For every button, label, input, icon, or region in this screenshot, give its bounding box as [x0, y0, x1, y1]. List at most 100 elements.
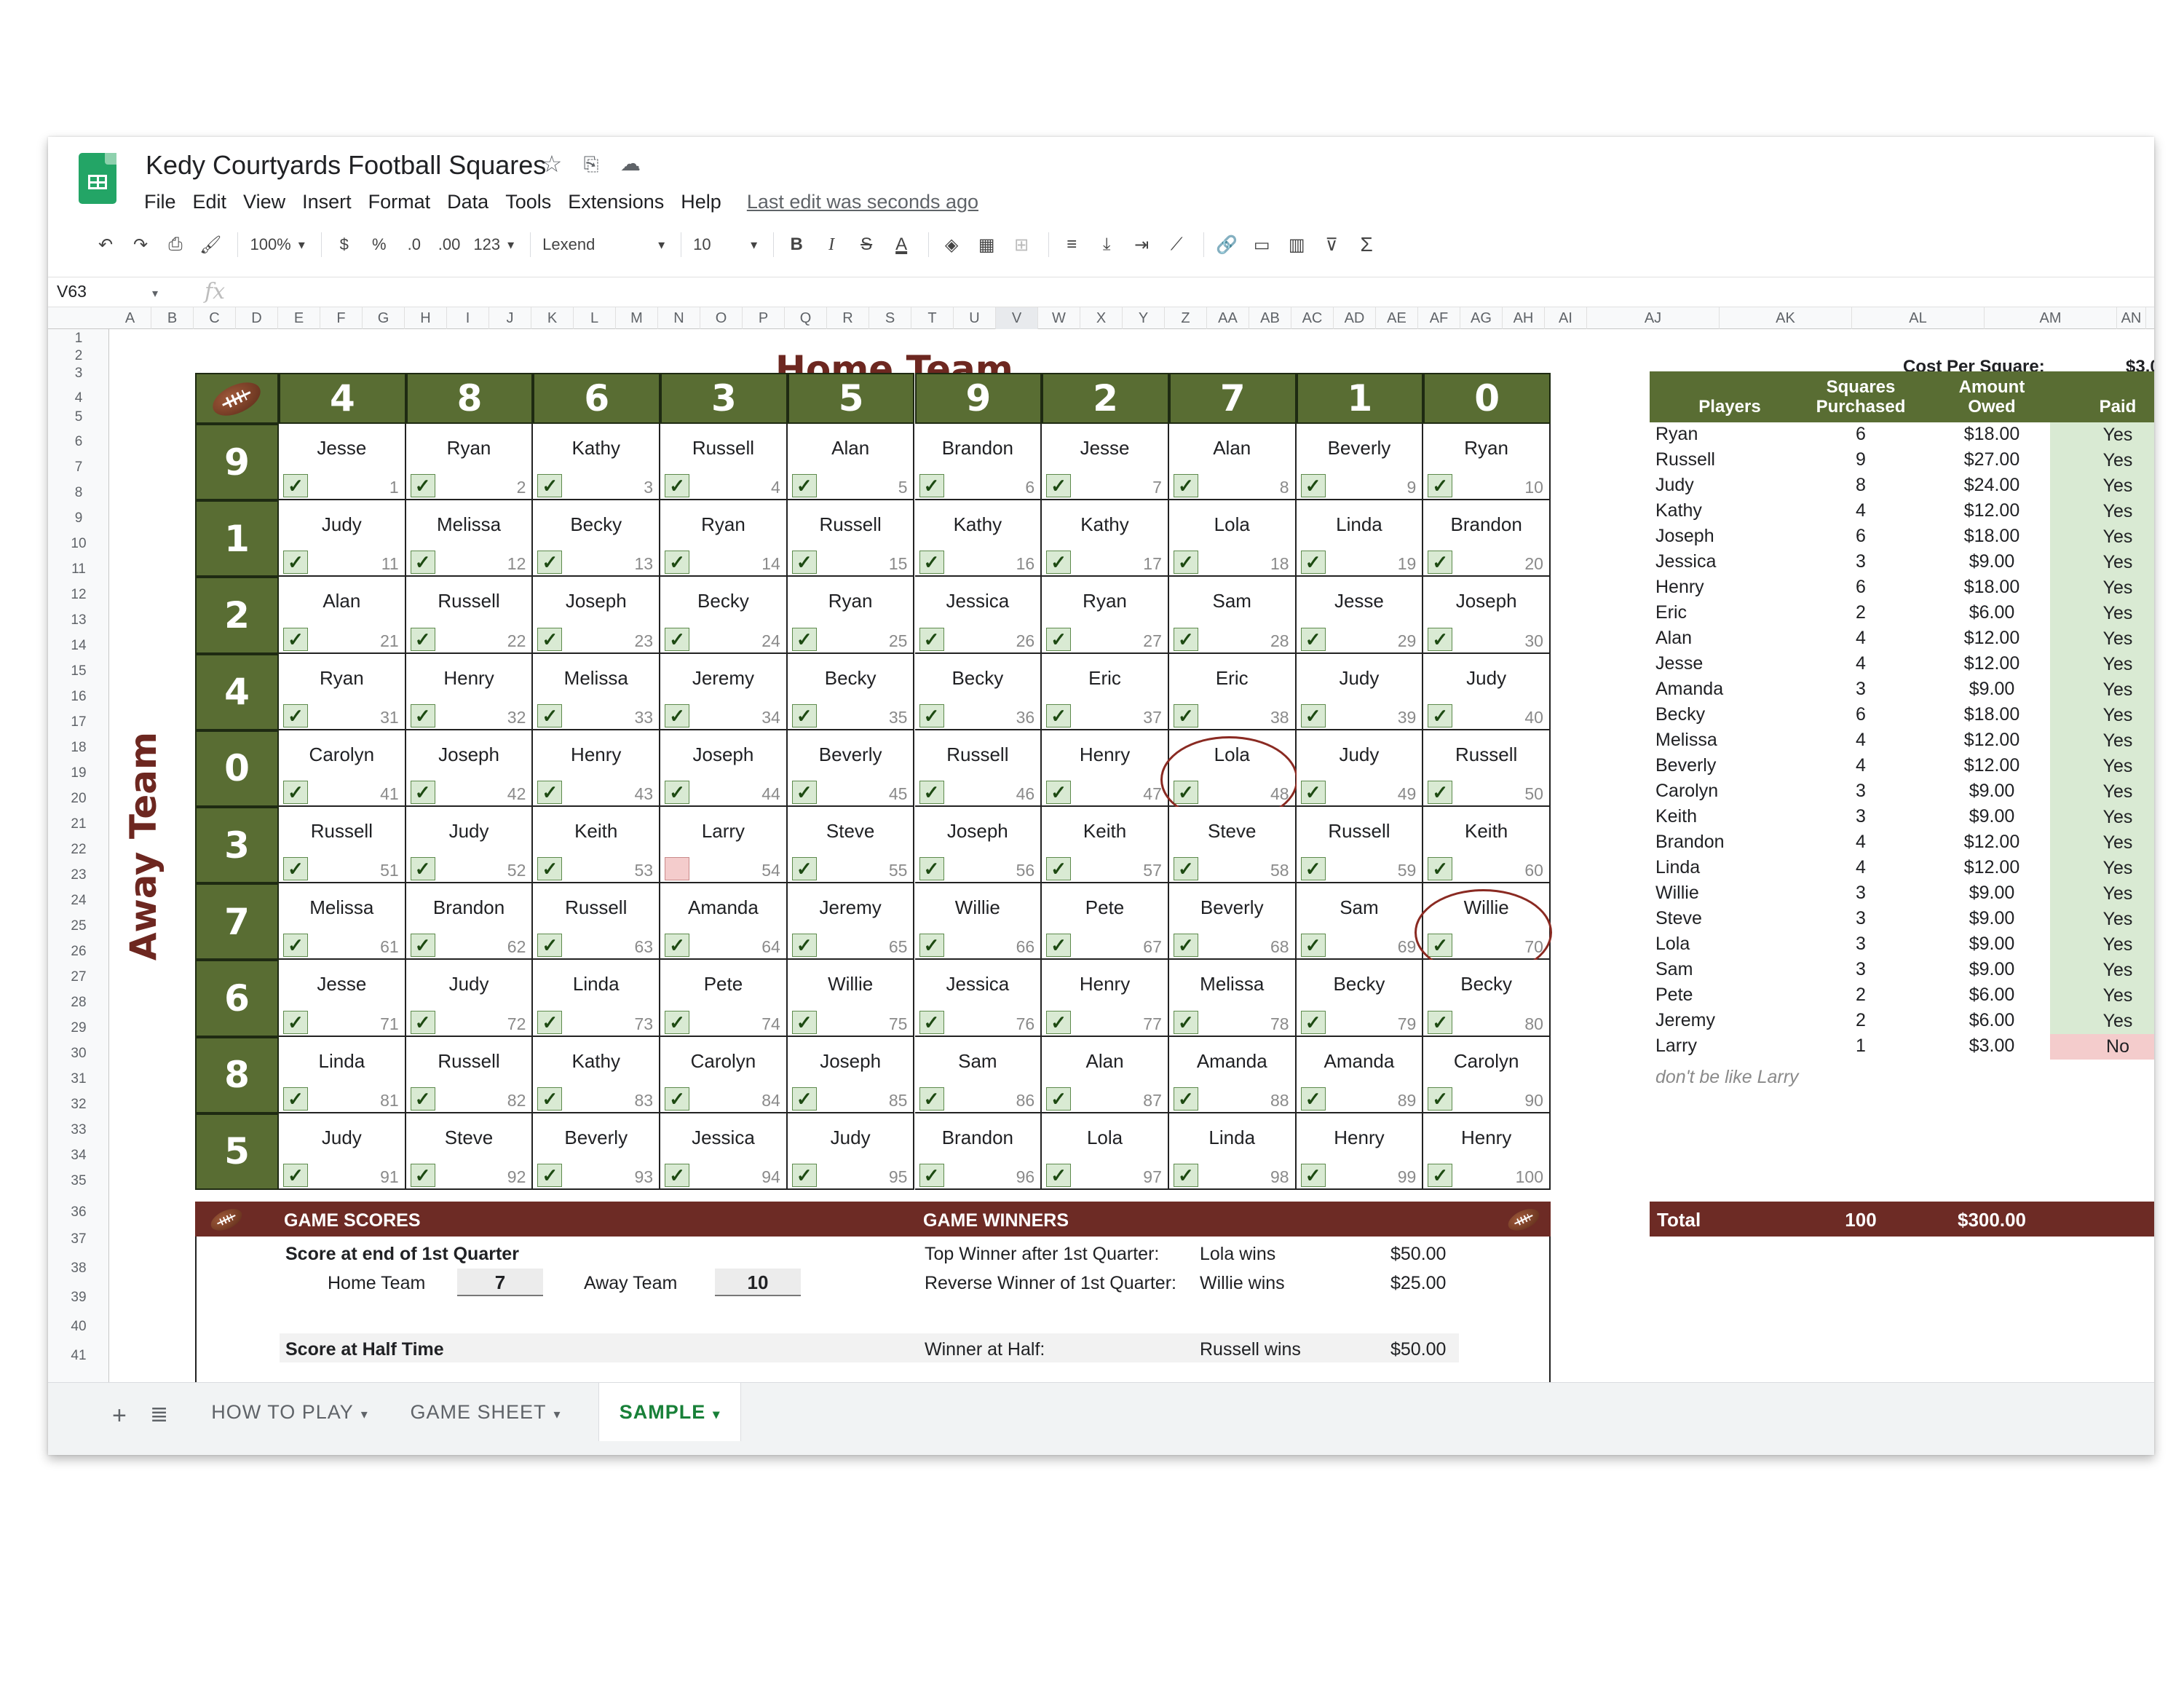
square-cell[interactable]: Jessica ✓ 26 [914, 577, 1042, 654]
square-cell[interactable]: Melissa ✓ 78 [1168, 960, 1297, 1037]
sheet-tab[interactable]: GAME SHEET ▾ [399, 1383, 572, 1441]
paid-checkbox[interactable]: ✓ [1173, 1163, 1198, 1187]
paid-checkbox[interactable]: ✓ [1173, 627, 1198, 651]
row-header[interactable]: 15 [48, 663, 109, 679]
menu-data[interactable]: Data [447, 191, 488, 213]
square-cell[interactable]: Carolyn ✓ 41 [279, 730, 406, 807]
column-header[interactable]: A [109, 307, 151, 329]
more-formats-select[interactable]: 123 ▾ [469, 228, 518, 261]
menu-file[interactable]: File [144, 191, 176, 213]
column-header[interactable]: S [869, 307, 911, 329]
square-cell[interactable]: Alan ✓ 5 [787, 424, 915, 501]
column-header[interactable]: P [743, 307, 785, 329]
paid-checkbox[interactable]: ✓ [919, 1010, 944, 1034]
paid-checkbox[interactable]: ✓ [919, 934, 944, 958]
row-header[interactable]: 30 [48, 1046, 109, 1062]
square-cell[interactable]: Beverly ✓ 45 [787, 730, 915, 807]
square-cell[interactable]: Joseph ✓ 23 [533, 577, 661, 654]
percent-format-button[interactable]: % [364, 228, 395, 261]
square-cell[interactable]: Alan ✓ 87 [1042, 1036, 1169, 1113]
paid-checkbox[interactable]: ✓ [537, 1086, 563, 1111]
row-header[interactable]: 14 [48, 638, 109, 654]
square-cell[interactable]: Henry ✓ 43 [533, 730, 661, 807]
row-header[interactable]: 39 [48, 1290, 109, 1306]
square-cell[interactable]: Keith ✓ 53 [533, 807, 661, 884]
row-header[interactable]: 10 [48, 536, 109, 552]
square-cell[interactable]: Ryan ✓ 27 [1042, 577, 1169, 654]
paid-checkbox[interactable]: ✓ [1428, 1010, 1453, 1034]
paid-checkbox[interactable]: ✓ [1046, 627, 1072, 651]
paid-checkbox[interactable]: ✓ [919, 627, 944, 651]
square-cell[interactable]: Willie ✓ 66 [914, 883, 1042, 961]
player-paid-status[interactable]: Yes [2050, 601, 2154, 626]
square-cell[interactable]: Ryan ✓ 31 [279, 653, 406, 730]
row-header[interactable]: 23 [48, 867, 109, 883]
square-cell[interactable]: Larry 54 [660, 807, 788, 884]
paid-checkbox[interactable]: ✓ [665, 474, 690, 498]
column-header[interactable]: C [194, 307, 236, 329]
paid-checkbox[interactable]: ✓ [1173, 551, 1198, 575]
paid-checkbox[interactable]: ✓ [791, 780, 817, 804]
column-header[interactable]: AH [1503, 307, 1545, 329]
row-header[interactable]: 36 [48, 1204, 109, 1220]
square-cell[interactable]: Carolyn ✓ 84 [660, 1036, 788, 1113]
row-header[interactable]: 22 [48, 842, 109, 858]
paid-checkbox[interactable]: ✓ [1300, 1010, 1326, 1034]
square-cell[interactable]: Amanda ✓ 88 [1168, 1036, 1297, 1113]
paid-checkbox[interactable]: ✓ [791, 857, 817, 881]
paid-checkbox[interactable]: ✓ [1046, 1163, 1072, 1187]
paid-checkbox[interactable]: ✓ [791, 627, 817, 651]
square-cell[interactable]: Becky ✓ 36 [914, 653, 1042, 730]
column-header[interactable]: AK [1720, 307, 1852, 329]
paid-checkbox[interactable]: ✓ [665, 627, 690, 651]
paid-checkbox[interactable]: ✓ [1046, 1010, 1072, 1034]
paid-checkbox[interactable]: ✓ [1300, 780, 1326, 804]
font-size-select[interactable]: 10 ▾ [689, 228, 761, 261]
add-sheet-icon[interactable]: + [112, 1402, 127, 1430]
paid-checkbox[interactable]: ✓ [410, 627, 435, 651]
column-header[interactable]: N [658, 307, 700, 329]
paid-checkbox[interactable]: ✓ [410, 703, 435, 727]
square-cell[interactable]: Russell ✓ 46 [914, 730, 1042, 807]
paid-checkbox[interactable]: ✓ [1046, 934, 1072, 958]
row-header[interactable]: 28 [48, 995, 109, 1011]
row-header[interactable]: 12 [48, 587, 109, 603]
paid-checkbox[interactable]: ✓ [1300, 627, 1326, 651]
paid-checkbox[interactable]: ✓ [410, 1086, 435, 1111]
row-header[interactable]: 8 [48, 485, 109, 501]
row-header[interactable]: 18 [48, 740, 109, 756]
square-cell[interactable]: Russell ✓ 22 [405, 577, 534, 654]
paid-checkbox[interactable]: ✓ [1300, 703, 1326, 727]
row-header[interactable]: 38 [48, 1261, 109, 1277]
paid-checkbox[interactable]: ✓ [537, 857, 563, 881]
square-cell[interactable]: Sam ✓ 69 [1296, 883, 1424, 961]
column-header[interactable]: L [574, 307, 616, 329]
filter-icon[interactable]: ⊽ [1316, 228, 1347, 261]
paid-checkbox[interactable]: ✓ [537, 627, 563, 651]
column-header[interactable]: M [616, 307, 658, 329]
paid-checkbox[interactable]: ✓ [1428, 474, 1453, 498]
zoom-select[interactable]: 100% ▾ [245, 228, 309, 261]
square-cell[interactable]: Jesse ✓ 71 [279, 960, 406, 1037]
row-header[interactable]: 5 [48, 409, 109, 425]
home-score-cell[interactable]: 7 [457, 1269, 543, 1296]
sheets-logo-icon[interactable] [79, 153, 116, 204]
square-cell[interactable]: Russell ✓ 51 [279, 807, 406, 884]
column-header[interactable]: Y [1123, 307, 1165, 329]
paid-checkbox[interactable]: ✓ [791, 1086, 817, 1111]
insert-comment-icon[interactable]: ▭ [1246, 228, 1277, 261]
row-header[interactable]: 31 [48, 1071, 109, 1087]
row-header[interactable]: 17 [48, 714, 109, 730]
player-paid-status[interactable]: Yes [2050, 575, 2154, 601]
square-cell[interactable]: Melissa ✓ 61 [279, 883, 406, 961]
paid-checkbox[interactable]: ✓ [665, 1086, 690, 1111]
player-paid-status[interactable]: Yes [2050, 652, 2154, 677]
column-header[interactable]: H [405, 307, 447, 329]
row-header[interactable]: 2 [48, 348, 109, 364]
square-cell[interactable]: Russell ✓ 15 [787, 500, 915, 577]
paid-checkbox[interactable]: ✓ [410, 780, 435, 804]
column-header[interactable]: AJ [1587, 307, 1720, 329]
square-cell[interactable]: Steve ✓ 55 [787, 807, 915, 884]
row-header[interactable]: 37 [48, 1231, 109, 1247]
player-paid-status[interactable]: Yes [2050, 830, 2154, 856]
